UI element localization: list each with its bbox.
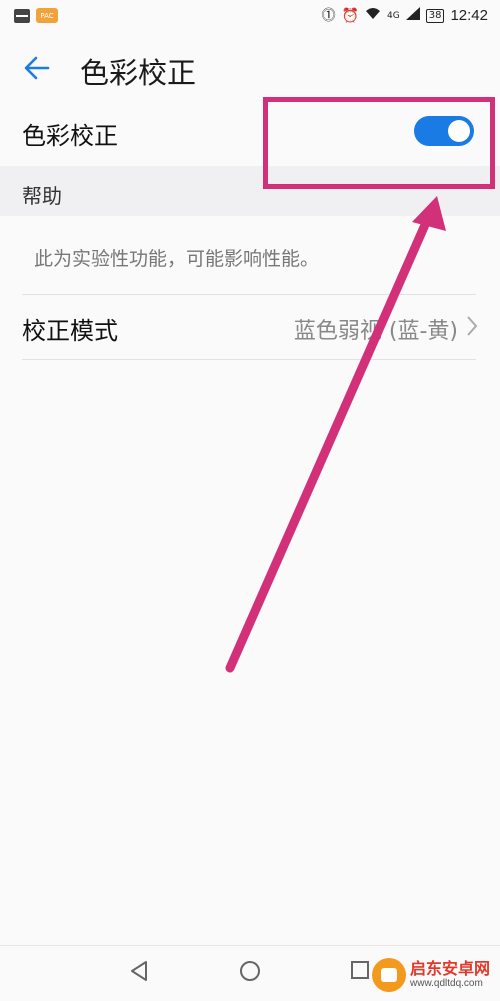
nav-home-icon[interactable] <box>239 960 261 982</box>
battery-indicator: 38 <box>425 8 445 23</box>
correction-mode-label: 校正模式 <box>22 317 118 345</box>
watermark-title: 启东安卓网 <box>410 959 491 978</box>
nav-back-icon[interactable] <box>128 960 150 982</box>
divider <box>22 359 476 360</box>
signal-icon <box>405 7 420 24</box>
color-correction-label: 色彩校正 <box>22 122 118 150</box>
wifi-icon <box>365 7 381 24</box>
chevron-right-icon <box>467 316 478 336</box>
activity-app-icon <box>14 8 30 23</box>
network-type-label: 4G <box>387 10 400 21</box>
page-title: 色彩校正 <box>80 56 197 90</box>
watermark-logo: 启东安卓网 www.qdltdq.com <box>372 952 498 998</box>
section-header-label: 帮助 <box>22 184 62 208</box>
status-bar: PAC ⓵ ⏰ 4G 38 12:42 <box>0 0 500 34</box>
watermark-url: www.qdltdq.com <box>410 978 483 989</box>
app-bar: 色彩校正 <box>0 34 500 100</box>
correction-mode-value: 蓝色弱视 (蓝-黄) <box>293 319 458 344</box>
back-button[interactable] <box>18 48 58 88</box>
alarm-icon: ⏰ <box>341 7 360 24</box>
status-time: 12:42 <box>450 7 488 24</box>
correction-mode-row[interactable]: 校正模式 蓝色弱视 (蓝-黄) <box>0 295 500 359</box>
sms-app-icon: PAC <box>36 8 58 23</box>
nav-recents-icon[interactable] <box>350 960 370 980</box>
help-description: 此为实验性功能，可能影响性能。 <box>0 216 500 294</box>
help-text: 此为实验性功能，可能影响性能。 <box>34 248 320 270</box>
annotation-highlight-box <box>263 97 495 189</box>
arrow-left-icon <box>24 56 50 80</box>
watermark-icon <box>372 958 406 992</box>
hd-icon: ⓵ <box>321 7 336 24</box>
